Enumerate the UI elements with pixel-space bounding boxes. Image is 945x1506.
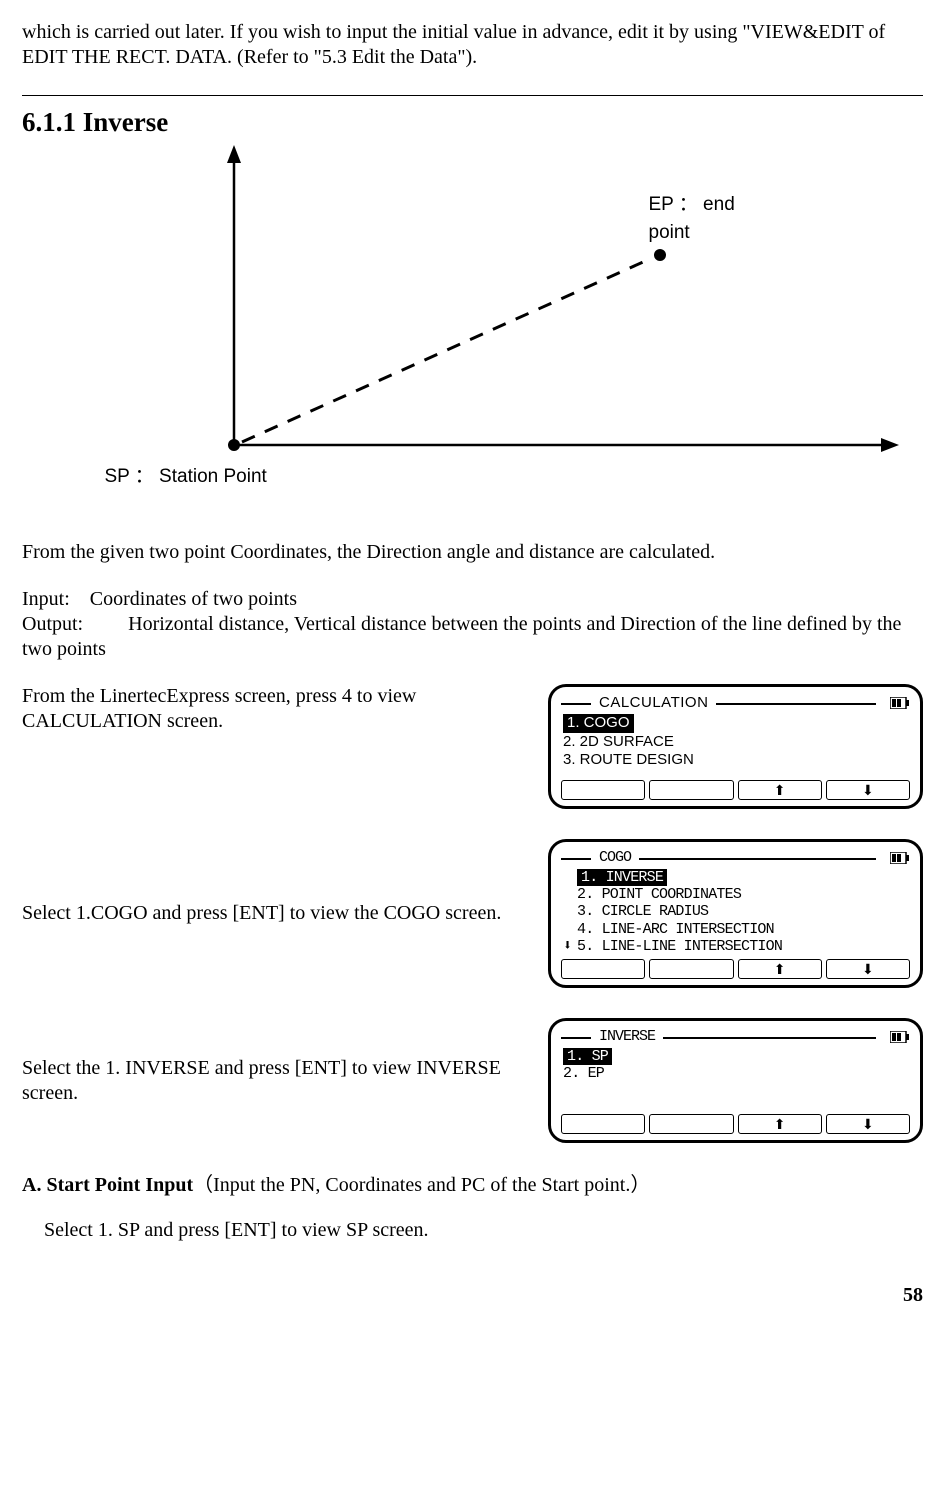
divider bbox=[22, 95, 923, 96]
sub-a-step: Select 1. SP and press [ENT] to view SP … bbox=[22, 1218, 923, 1243]
softkey bbox=[649, 780, 733, 800]
desc-paragraph: From the given two point Coordinates, th… bbox=[22, 540, 923, 565]
list-item: 2. EP bbox=[563, 1065, 604, 1082]
softkey bbox=[649, 1114, 733, 1134]
softkey-up: ⬆ bbox=[738, 1114, 822, 1134]
list-item: 3. ROUTE DESIGN bbox=[563, 751, 694, 768]
input-line: Input: Coordinates of two points bbox=[22, 587, 923, 612]
inverse-diagram: EP ： end point SP ： Station Point bbox=[23, 145, 923, 505]
screen-title: INVERSE bbox=[599, 1029, 655, 1044]
list-item: 1. SP bbox=[563, 1048, 612, 1065]
page-number: 58 bbox=[22, 1283, 923, 1308]
section-heading: 6.1.1 Inverse bbox=[22, 106, 923, 140]
list-item: 2. POINT COORDINATES bbox=[577, 886, 741, 903]
intro-paragraph: which is carried out later. If you wish … bbox=[22, 20, 923, 70]
screen-title: CALCULATION bbox=[599, 695, 708, 710]
scroll-down-icon: ⬇ bbox=[563, 938, 577, 955]
list-item: 1. COGO bbox=[563, 714, 634, 733]
cogo-screen: COGO 1. INVERSE 2. POINT COORDINATES 3. … bbox=[548, 839, 923, 988]
battery-icon bbox=[890, 1031, 910, 1043]
battery-icon bbox=[890, 697, 910, 709]
sub-a-heading: A. Start Point Input（Input the PN, Coord… bbox=[22, 1173, 923, 1198]
diagram-sp-label: SP ： Station Point bbox=[105, 465, 267, 489]
inverse-screen: INVERSE 1. SP 2. EP ⬆ ⬇ bbox=[548, 1018, 923, 1143]
list-item: 3. CIRCLE RADIUS bbox=[577, 903, 708, 920]
softkey-down: ⬇ bbox=[826, 959, 910, 979]
softkey bbox=[649, 959, 733, 979]
screen-title: COGO bbox=[599, 850, 631, 865]
softkey-up: ⬆ bbox=[738, 780, 822, 800]
calculation-screen: CALCULATION 1. COGO 2. 2D SURFACE 3. ROU… bbox=[548, 684, 923, 809]
list-item: 2. 2D SURFACE bbox=[563, 733, 674, 750]
softkey bbox=[561, 1114, 645, 1134]
softkey-down: ⬇ bbox=[826, 1114, 910, 1134]
diagram-ep-label-1: EP ： end bbox=[649, 194, 735, 215]
step2-text: Select 1.COGO and press [ENT] to view th… bbox=[22, 901, 534, 926]
output-line: Output: Horizontal distance, Vertical di… bbox=[22, 612, 923, 662]
battery-icon bbox=[890, 852, 910, 864]
diagram-ep-label-2: point bbox=[649, 222, 690, 243]
softkey-up: ⬆ bbox=[738, 959, 822, 979]
softkey bbox=[561, 959, 645, 979]
step1-text: From the LinertecExpress screen, press 4… bbox=[22, 684, 534, 734]
list-item: 1. INVERSE bbox=[577, 869, 667, 886]
softkey bbox=[561, 780, 645, 800]
softkey-down: ⬇ bbox=[826, 780, 910, 800]
list-item: 5. LINE-LINE INTERSECTION bbox=[577, 938, 782, 955]
list-item: 4. LINE-ARC INTERSECTION bbox=[577, 921, 774, 938]
step3-text: Select the 1. INVERSE and press [ENT] to… bbox=[22, 1056, 534, 1106]
